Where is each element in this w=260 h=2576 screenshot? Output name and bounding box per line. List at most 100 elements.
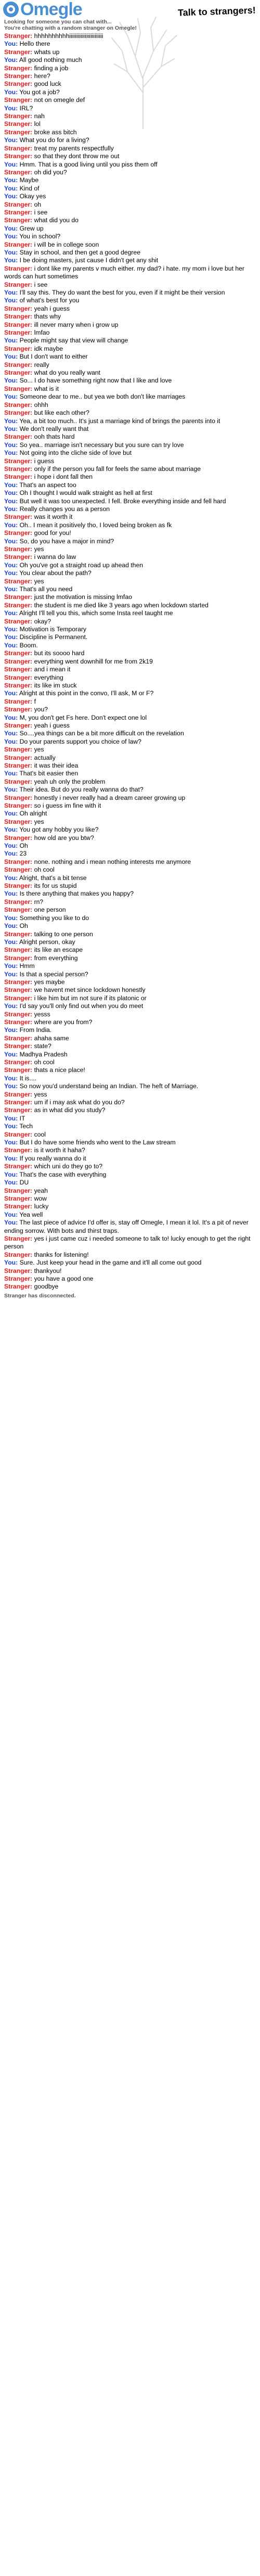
you-label: You: (4, 585, 18, 593)
you-message: You: Okay yes (4, 193, 256, 200)
you-message: You: You clear about the path? (4, 569, 256, 577)
you-label: You: (4, 104, 18, 112)
message-text: so that they dont throw me out (34, 152, 120, 160)
stranger-message: Stranger: so i guess im fine with it (4, 802, 256, 810)
message-text: Is there anything that makes you happy? (19, 890, 134, 898)
stranger-label: Stranger: (4, 240, 33, 248)
stranger-label: Stranger: (4, 978, 33, 986)
message-text: you? (34, 706, 48, 713)
you-label: You: (4, 233, 18, 240)
stranger-message: Stranger: lol (4, 120, 256, 128)
stranger-message: Stranger: what is it (4, 385, 256, 393)
message-text: Maybe (19, 176, 39, 184)
stranger-message: Stranger: it was their idea (4, 762, 256, 770)
stranger-label: Stranger: (4, 321, 33, 328)
message-text: Hmm. That is a good living until you pis… (19, 160, 158, 168)
you-label: You: (4, 1219, 18, 1227)
stranger-label: Stranger: (4, 1090, 33, 1098)
message-text: talking to one person (34, 930, 93, 938)
stranger-label: Stranger: (4, 208, 33, 216)
you-label: You: (4, 505, 18, 513)
stranger-message: Stranger: honestly i never really had a … (4, 794, 256, 802)
message-text: Alright at this point in the convo, I'll… (19, 690, 154, 697)
message-text: honestly i never really had a dream care… (34, 794, 186, 801)
message-text: yess (34, 1090, 47, 1098)
message-text: So now you'd understand being an Indian.… (19, 1082, 199, 1090)
stranger-message: Stranger: i see (4, 281, 256, 289)
you-message: You: Stay in school, and then get a good… (4, 249, 256, 257)
message-text: oh cool (34, 866, 55, 874)
you-message: You: So... I do have something right now… (4, 377, 256, 385)
you-message: You: So now you'd understand being an In… (4, 1082, 256, 1090)
stranger-message: Stranger: i dont like my parents v much … (4, 265, 256, 281)
stranger-message: Stranger: rn? (4, 898, 256, 906)
stranger-message: Stranger: oh cool (4, 1059, 256, 1066)
you-label: You: (4, 786, 18, 794)
omegle-logo[interactable]: Omegle (2, 0, 83, 19)
stranger-message: Stranger: broke ass bitch (4, 129, 256, 136)
stranger-label: Stranger: (4, 657, 33, 665)
you-message: You: But I don't want to either (4, 353, 256, 361)
you-label: You: (4, 1179, 18, 1187)
message-text: M, you don't get Fs here. Don't expect o… (19, 713, 147, 721)
stranger-message: Stranger: i hope i dont fall then (4, 473, 256, 481)
you-message: You: Oh you've got a straight road up ah… (4, 562, 256, 569)
stranger-message: Stranger: ooh thats hard (4, 433, 256, 441)
message-text: yes i just came cuz i needed someone to … (4, 1234, 251, 1251)
stranger-label: Stranger: (4, 32, 33, 40)
message-text: finding a job (34, 64, 69, 72)
stranger-message: Stranger: state? (4, 1042, 256, 1050)
message-text: goodbye (34, 1283, 59, 1291)
stranger-message: Stranger: idk maybe (4, 345, 256, 353)
message-text: oh (34, 200, 42, 208)
message-text: f (34, 697, 36, 705)
stranger-label: Stranger: (4, 906, 33, 914)
you-label: You: (4, 826, 18, 834)
you-message: You: Madhya Pradesh (4, 1051, 256, 1059)
message-text: All good nothing much (19, 56, 82, 64)
message-text: yesss (34, 1010, 50, 1018)
stranger-message: Stranger: really (4, 361, 256, 369)
you-label: You: (4, 1082, 18, 1090)
stranger-message: Stranger: just the motivation is missing… (4, 593, 256, 601)
stranger-label: Stranger: (4, 1130, 33, 1138)
stranger-label: Stranger: (4, 329, 33, 337)
message-text: yeah uh only the problem (34, 777, 106, 785)
stranger-message: Stranger: so that they dont throw me out (4, 152, 256, 160)
you-message: You: I be doing masters, just cause I di… (4, 257, 256, 264)
you-message: You: So yea.. marriage isn't necessary b… (4, 441, 256, 449)
you-message: You: So....yea things can be a bit more … (4, 730, 256, 737)
message-text: okay? (34, 617, 51, 625)
stranger-label: Stranger: (4, 112, 33, 120)
stranger-label: Stranger: (4, 1251, 33, 1258)
message-text: ill never marry when i grow up (34, 321, 119, 328)
stranger-message: Stranger: um if i may ask what do you do… (4, 1099, 256, 1106)
stranger-message: Stranger: wow (4, 1195, 256, 1203)
stranger-label: Stranger: (4, 144, 33, 152)
you-message: You: From India. (4, 1026, 256, 1034)
you-message: You: Really changes you as a person (4, 505, 256, 513)
you-label: You: (4, 1050, 18, 1058)
stranger-message: Stranger: yeah uh only the problem (4, 778, 256, 786)
stranger-label: Stranger: (4, 1146, 33, 1154)
stranger-message: Stranger: we havent met since lockdown h… (4, 986, 256, 994)
you-label: You: (4, 257, 18, 264)
you-label: You: (4, 481, 18, 489)
you-label: You: (4, 537, 18, 545)
you-message: You: The last piece of advice I'd offer … (4, 1219, 256, 1235)
you-message: You: Something you like to do (4, 914, 256, 922)
omegle-logo-icon (3, 2, 19, 17)
message-text: idk maybe (34, 345, 63, 352)
stranger-label: Stranger: (4, 1034, 33, 1042)
message-text: Oh I thought I would walk straight as he… (19, 489, 152, 497)
you-label: You: (4, 850, 18, 858)
message-text: The last piece of advice I'd offer is, s… (4, 1219, 249, 1234)
you-label: You: (4, 890, 18, 898)
message-text: Oh (19, 922, 28, 930)
stranger-label: Stranger: (4, 128, 33, 136)
you-message: You: M, you don't get Fs here. Don't exp… (4, 714, 256, 722)
you-message: You: Oh (4, 922, 256, 930)
message-text: Someone dear to me.. but yea we both don… (19, 393, 186, 401)
message-text: is it worth it haha? (34, 1146, 85, 1154)
message-text: i hope i dont fall then (34, 473, 93, 481)
